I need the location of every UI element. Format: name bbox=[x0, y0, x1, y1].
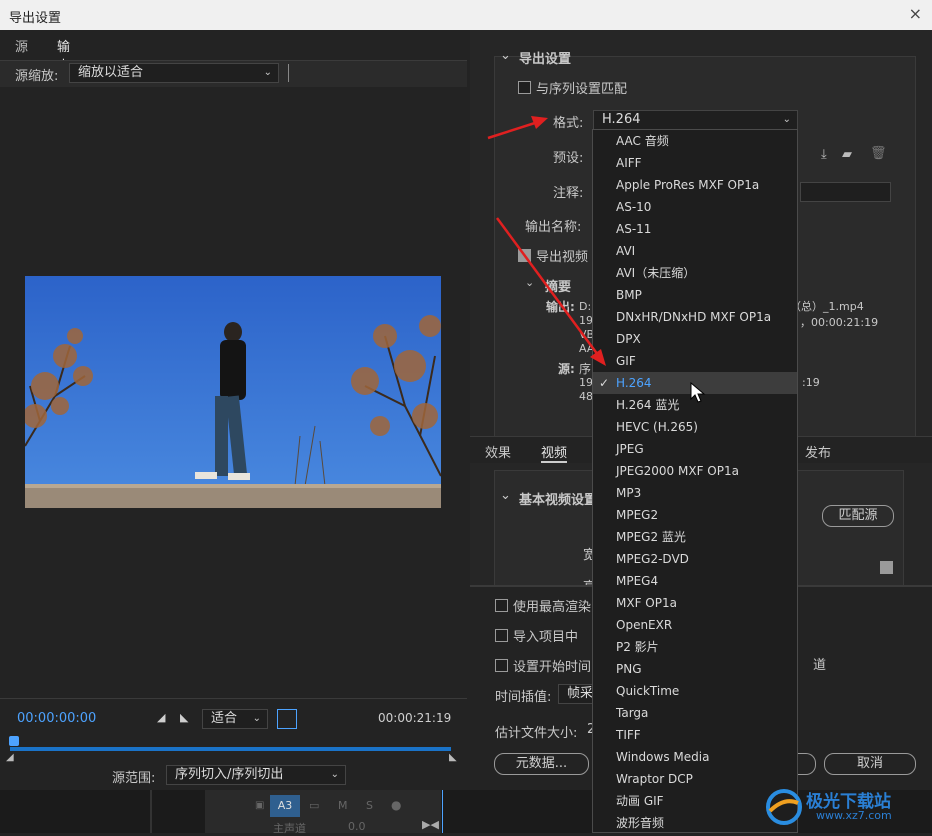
watermark-logo-icon bbox=[766, 789, 802, 825]
annotation-arrows bbox=[487, 116, 606, 366]
watermark: 极光下载站 www.xz7.com bbox=[764, 787, 924, 827]
watermark-url: www.xz7.com bbox=[816, 809, 892, 822]
mouse-cursor-icon bbox=[690, 382, 706, 403]
